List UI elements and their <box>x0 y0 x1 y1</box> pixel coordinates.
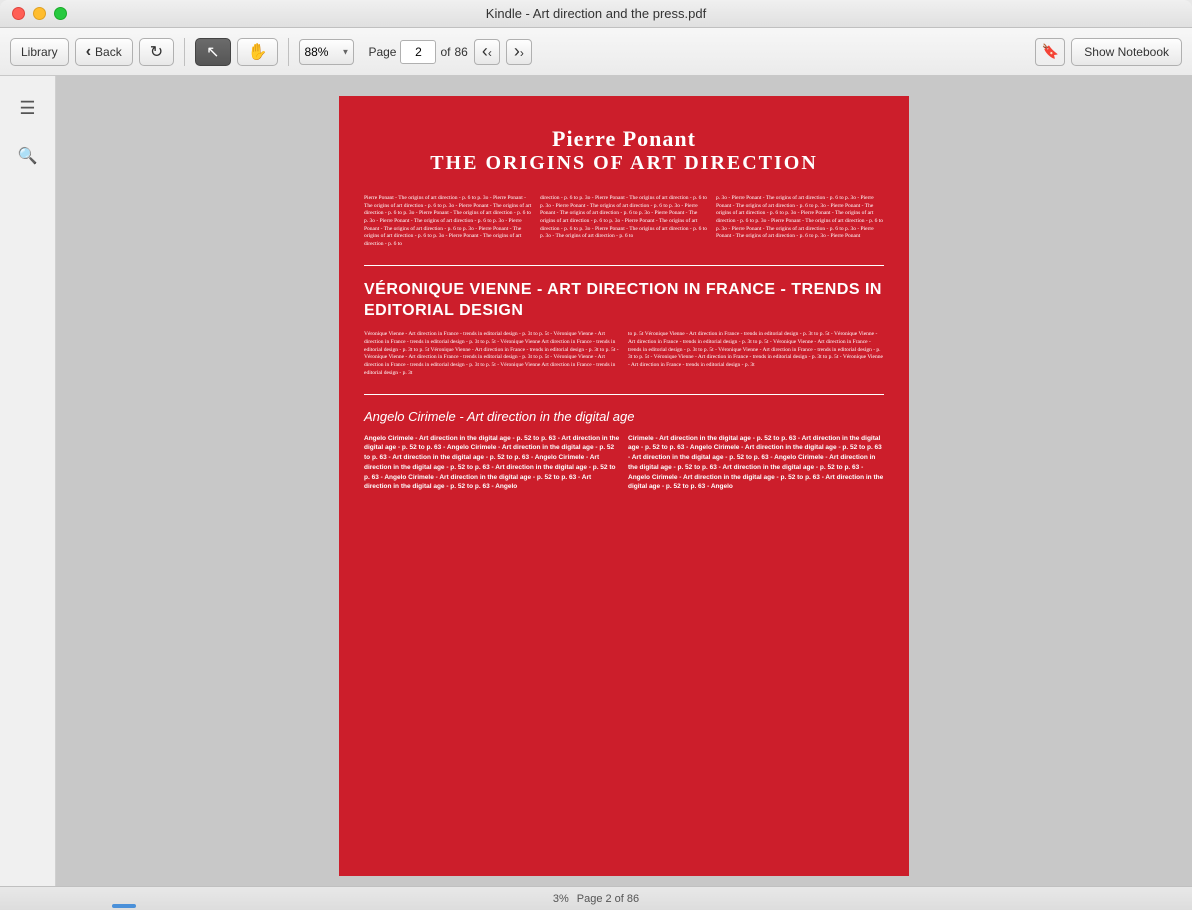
cursor-tool-button[interactable]: ↖ <box>195 38 230 66</box>
content-area[interactable]: Pierre Ponant The origins of art directi… <box>56 76 1192 886</box>
bookmark-icon: 🔖 <box>1042 43 1059 60</box>
progress-indicator <box>112 904 136 908</box>
page-total: 86 <box>454 45 467 59</box>
page-status: Page 2 of 86 <box>577 893 639 905</box>
refresh-button[interactable] <box>139 38 174 66</box>
sidebar-search-button[interactable]: 🔍 <box>12 140 44 172</box>
divider-2 <box>364 394 884 395</box>
back-label: Back <box>95 45 122 59</box>
ponant-subtitle: The origins of art direction <box>364 152 884 175</box>
next-page-icon: › <box>514 41 524 62</box>
close-button[interactable] <box>12 7 25 20</box>
angelo-col1: Angelo Cirimele - Art direction in the d… <box>364 434 620 493</box>
toolbar: Library Back ↖ ✋ 88% 50% 75% 100% 125% 1… <box>0 28 1192 76</box>
toc-icon: ☰ <box>19 98 35 119</box>
sidebar-toc-button[interactable]: ☰ <box>12 92 44 124</box>
section-veronique: VÉRONIQUE VIENNE - ART DIRECTION IN FRAN… <box>364 280 884 378</box>
refresh-icon <box>150 42 163 62</box>
page-label: Page <box>368 45 396 59</box>
ponant-col1: Pierre Ponant - The origins of art direc… <box>364 195 532 249</box>
veronique-body: Véronique Vienne - Art direction in Fran… <box>364 331 884 377</box>
hand-icon: ✋ <box>248 42 268 62</box>
hand-tool-button[interactable]: ✋ <box>237 38 279 66</box>
ponant-col3: p. 3o - Pierre Ponant - The origins of a… <box>716 195 884 249</box>
prev-page-button[interactable]: ‹ <box>474 39 500 65</box>
page-number-input[interactable] <box>400 40 436 64</box>
section-angelo: Angelo Cirimele - Art direction in the d… <box>364 409 884 493</box>
traffic-lights <box>12 7 67 20</box>
prev-page-icon: ‹ <box>482 41 492 62</box>
show-notebook-button[interactable]: Show Notebook <box>1071 38 1182 66</box>
veronique-col2: to p. 5t Véronique Vienne - Art directio… <box>628 331 884 377</box>
cursor-icon: ↖ <box>206 42 219 62</box>
next-page-button[interactable]: › <box>506 39 532 65</box>
veronique-title: VÉRONIQUE VIENNE - ART DIRECTION IN FRAN… <box>364 280 884 322</box>
section-ponant: Pierre Ponant The origins of art directi… <box>364 126 884 175</box>
main-area: ☰ 🔍 Pierre Ponant The origins of art dir… <box>0 76 1192 886</box>
maximize-button[interactable] <box>54 7 67 20</box>
bookmark-button[interactable]: 🔖 <box>1035 38 1065 66</box>
minimize-button[interactable] <box>33 7 46 20</box>
status-bar: 3% Page 2 of 86 <box>0 886 1192 910</box>
divider-1 <box>364 265 884 266</box>
page-controls: Page of 86 <box>360 40 467 64</box>
library-button[interactable]: Library <box>10 38 69 66</box>
ponant-title: Pierre Ponant <box>364 126 884 152</box>
veronique-col1: Véronique Vienne - Art direction in Fran… <box>364 331 620 377</box>
back-button[interactable]: Back <box>75 38 133 66</box>
window-title: Kindle - Art direction and the press.pdf <box>486 6 706 21</box>
title-bar: Kindle - Art direction and the press.pdf <box>0 0 1192 28</box>
search-icon: 🔍 <box>18 146 38 166</box>
of-label: of <box>440 45 450 59</box>
ponant-body: Pierre Ponant - The origins of art direc… <box>364 195 884 249</box>
sidebar: ☰ 🔍 <box>0 76 56 886</box>
angelo-title: Angelo Cirimele - Art direction in the d… <box>364 409 884 424</box>
ponant-col2: direction - p. 6 to p. 3o - Pierre Ponan… <box>540 195 708 249</box>
toolbar-separator-2 <box>288 38 289 66</box>
pdf-page: Pierre Ponant The origins of art directi… <box>339 96 909 876</box>
angelo-body: Angelo Cirimele - Art direction in the d… <box>364 434 884 493</box>
zoom-select[interactable]: 88% 50% 75% 100% 125% 150% <box>299 39 354 65</box>
angelo-col2: Cirimele - Art direction in the digital … <box>628 434 884 493</box>
progress-percent: 3% <box>553 893 569 905</box>
back-arrow-icon <box>86 43 91 61</box>
toolbar-separator-1 <box>184 38 185 66</box>
zoom-select-wrap[interactable]: 88% 50% 75% 100% 125% 150% <box>299 39 354 65</box>
